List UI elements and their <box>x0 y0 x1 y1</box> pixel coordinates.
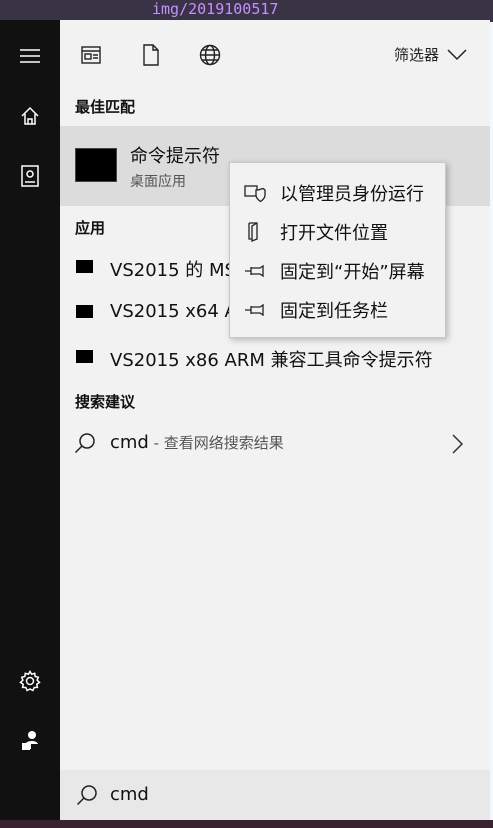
context-menu: 以管理员身份运行 打开文件位置 固定到“开始”屏幕 固定到任务栏 <box>229 162 446 338</box>
best-match-header: 最佳匹配 <box>75 98 136 116</box>
admin-shield-icon <box>244 183 266 207</box>
suggestion-query: cmd <box>110 432 149 453</box>
context-menu-label: 打开文件位置 <box>280 223 388 244</box>
app-result-label: VS2015 x86 ARM 兼容工具命令提示符 <box>110 350 433 371</box>
open-file-location-icon <box>244 222 266 246</box>
taskbar-edge <box>0 820 493 828</box>
search-suggestions-header: 搜索建议 <box>75 393 136 411</box>
search-box[interactable]: cmd <box>60 770 490 820</box>
command-prompt-app-icon <box>75 148 117 182</box>
context-menu-label: 固定到任务栏 <box>280 301 388 322</box>
suggestion-text: cmd - 查看网络搜索结果 <box>110 432 284 453</box>
document-library-icon[interactable] <box>0 154 60 198</box>
best-match-title: 命令提示符 <box>130 146 220 167</box>
gear-icon[interactable] <box>0 659 60 703</box>
search-icon <box>76 784 98 810</box>
search-input[interactable]: cmd <box>110 784 149 805</box>
console-app-icon <box>76 305 93 318</box>
apps-icon[interactable] <box>80 44 104 68</box>
suggestion-subtext: - 查看网络搜索结果 <box>148 434 284 452</box>
context-menu-label: 以管理员身份运行 <box>280 184 424 205</box>
filter-dropdown[interactable]: 筛选器 <box>394 44 467 65</box>
start-menu-panel: 筛选器 最佳匹配 命令提示符 桌面应用 应用 VS2015 的 MS VS201… <box>60 20 490 820</box>
pin-to-taskbar-menu-item[interactable]: 固定到任务栏 <box>230 290 445 329</box>
console-app-icon <box>76 260 93 273</box>
document-icon[interactable] <box>140 44 164 68</box>
hamburger-menu-icon[interactable] <box>0 34 60 78</box>
search-icon <box>74 432 96 458</box>
open-file-location-menu-item[interactable]: 打开文件位置 <box>230 212 445 251</box>
app-result-label: VS2015 的 MS <box>110 260 236 281</box>
search-filter-toolbar: 筛选器 <box>60 20 490 90</box>
web-globe-icon[interactable] <box>199 44 223 68</box>
console-app-icon <box>76 350 93 363</box>
start-left-rail <box>0 20 60 820</box>
pin-icon <box>244 261 266 285</box>
web-search-suggestion[interactable]: cmd - 查看网络搜索结果 <box>60 420 490 466</box>
pin-icon <box>244 300 266 324</box>
apps-header: 应用 <box>75 219 106 237</box>
context-menu-label: 固定到“开始”屏幕 <box>280 262 425 283</box>
app-result-item[interactable]: VS2015 x86 ARM 兼容工具命令提示符 <box>60 336 490 382</box>
pin-to-start-menu-item[interactable]: 固定到“开始”屏幕 <box>230 251 445 290</box>
app-result-label: VS2015 x64 A <box>110 301 237 322</box>
home-icon[interactable] <box>0 94 60 138</box>
filter-label: 筛选器 <box>394 46 440 64</box>
run-as-admin-menu-item[interactable]: 以管理员身份运行 <box>230 173 445 212</box>
best-match-subtitle: 桌面应用 <box>130 174 186 190</box>
user-account-icon[interactable] <box>0 718 60 762</box>
chevron-right-icon[interactable] <box>452 434 464 458</box>
background-url-text: img/2019100517 <box>152 0 279 18</box>
chevron-down-icon <box>447 48 467 60</box>
